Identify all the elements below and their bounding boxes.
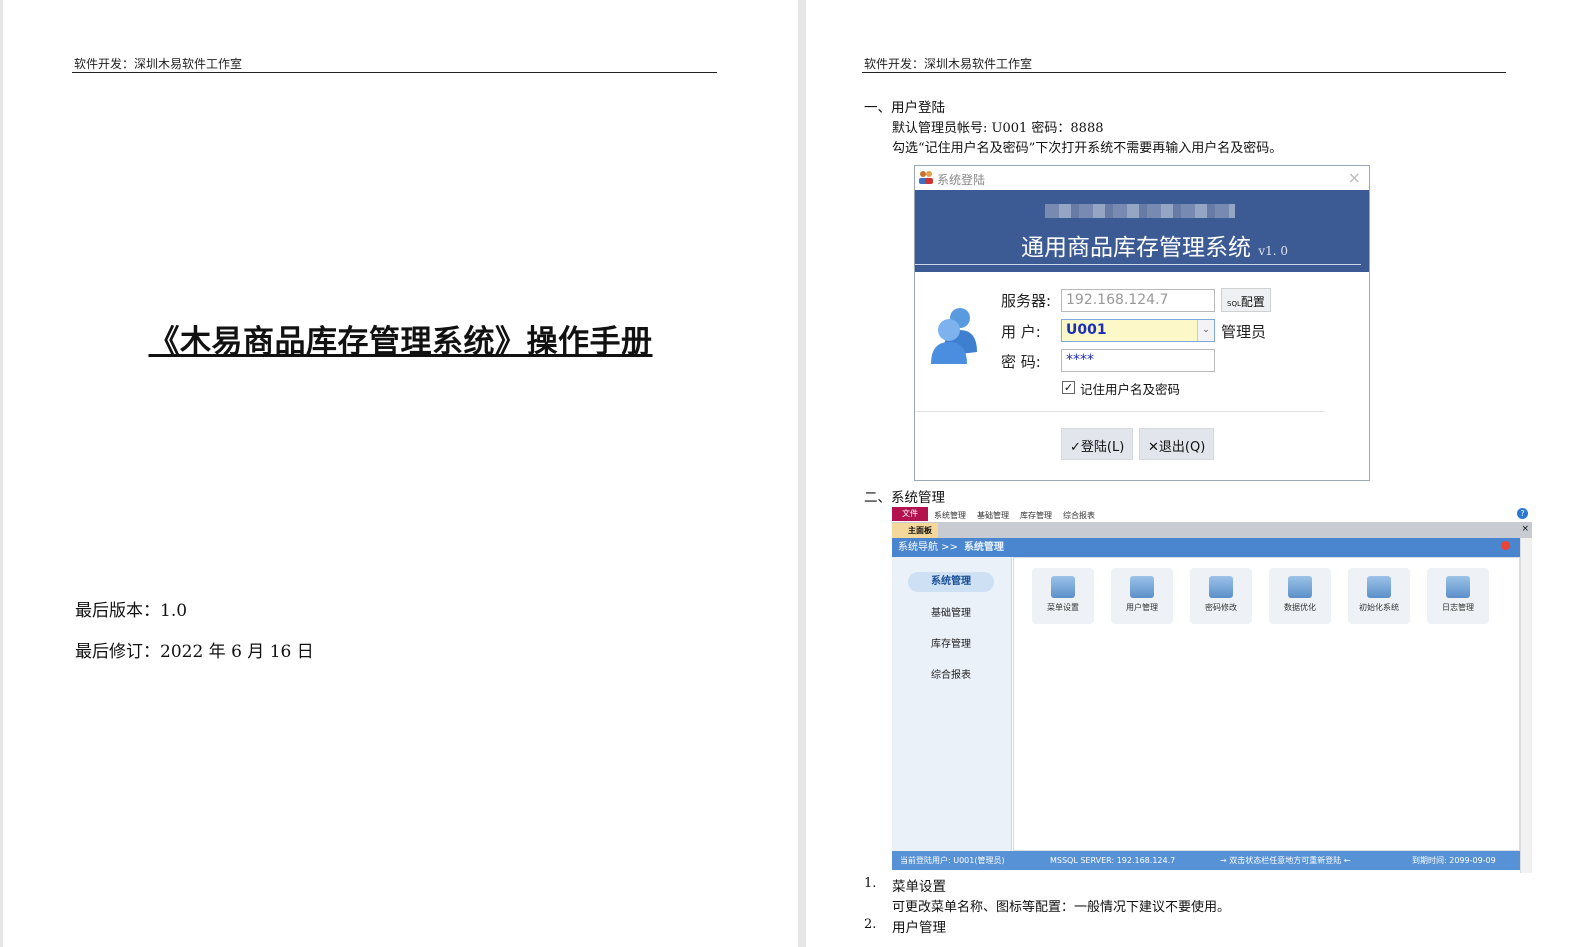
dialog-titlebar: 系统登陆 × xyxy=(915,166,1369,190)
password-label: 密 码: xyxy=(1001,353,1041,371)
server-input[interactable]: 192.168.124.7 xyxy=(1061,289,1215,312)
breadcrumb-current: 系统管理 xyxy=(963,542,1004,553)
list-item-desc: 可更改菜单名称、图标等配置：一般情况下建议不要使用。 xyxy=(892,900,1231,915)
login-banner: 通用商品库存管理系统 v1. 0 xyxy=(915,190,1369,272)
document-page-left: 软件开发：深圳木易软件工作室 《木易商品库存管理系统》操作手册 最后版本：1.0… xyxy=(3,0,798,947)
sidebar-item-reports[interactable]: 综合报表 xyxy=(908,666,994,686)
folder-icon xyxy=(1367,576,1391,598)
menu-system[interactable]: 系统管理 xyxy=(934,510,966,521)
list-number: 2. xyxy=(864,917,877,932)
banner-rule xyxy=(915,264,1361,265)
server-label: 服务器: xyxy=(1001,292,1052,310)
chevron-down-icon[interactable]: ⌄ xyxy=(1197,320,1214,341)
user-select[interactable]: U001 ⌄ xyxy=(1061,319,1215,342)
list-item-title: 菜单设置 xyxy=(892,879,946,895)
close-icon[interactable] xyxy=(1501,541,1510,550)
remember-label: 记住用户名及密码 xyxy=(1080,382,1181,397)
menu-bar: 文件 系统管理 基础管理 库存管理 综合报表 ? xyxy=(892,507,1532,522)
exit-button[interactable]: ✕退出(Q) xyxy=(1139,428,1215,460)
users-icon xyxy=(919,171,933,184)
tab-main-panel[interactable]: 主面板 xyxy=(892,523,938,538)
tab-row: 主面板 × xyxy=(892,522,1532,538)
tile-data-optimize[interactable]: 数据优化 xyxy=(1269,568,1331,624)
header-rule xyxy=(862,72,1506,73)
close-icon[interactable]: × xyxy=(1348,168,1361,187)
nav-sidebar: 系统管理 基础管理 库存管理 综合报表 xyxy=(892,557,1012,851)
dialog-separator xyxy=(915,411,1325,412)
folder-icon xyxy=(1288,576,1312,598)
help-icon[interactable]: ? xyxy=(1517,508,1528,519)
folder-icon xyxy=(1209,576,1233,598)
status-expiry: 到期时间: 2099-09-09 xyxy=(1412,856,1496,865)
tile-log-management[interactable]: 日志管理 xyxy=(1427,568,1489,624)
menu-inventory[interactable]: 库存管理 xyxy=(1020,510,1052,521)
dialog-title: 系统登陆 xyxy=(937,173,986,187)
close-icon[interactable]: × xyxy=(1521,524,1529,534)
tile-menu-settings[interactable]: 菜单设置 xyxy=(1032,568,1094,624)
list-item-title: 用户管理 xyxy=(892,920,946,936)
folder-icon xyxy=(1446,576,1470,598)
status-hint: → 双击状态栏任意地方可重新登陆 ← xyxy=(1220,856,1351,865)
folder-icon xyxy=(1130,576,1154,598)
login-button[interactable]: ✓登陆(L) xyxy=(1061,428,1134,460)
document-title: 《木易商品库存管理系统》操作手册 xyxy=(148,324,653,360)
content-panel: 菜单设置 用户管理 密码修改 数据优化 初始化系统 日志管理 xyxy=(1013,557,1520,851)
tile-password-change[interactable]: 密码修改 xyxy=(1190,568,1252,624)
menu-reports[interactable]: 综合报表 xyxy=(1063,510,1095,521)
sql-config-button[interactable]: SQL配置 xyxy=(1221,288,1271,312)
blurred-logo xyxy=(1045,204,1235,218)
tile-user-management[interactable]: 用户管理 xyxy=(1111,568,1173,624)
remember-hint-text: 勾选“记住用户名及密码”下次打开系统不需要再输入用户名及密码。 xyxy=(892,141,1283,156)
section-heading-login: 一、用户登陆 xyxy=(864,100,945,116)
user-label: 用 户: xyxy=(1001,323,1041,341)
banner-title: 通用商品库存管理系统 v1. 0 xyxy=(1021,235,1288,261)
header-rule xyxy=(72,72,717,73)
section-heading-system: 二、系统管理 xyxy=(864,490,945,506)
folder-icon xyxy=(1051,576,1075,598)
password-input[interactable]: **** xyxy=(1061,349,1215,372)
nav-breadcrumb: 系统导航 >> 系统管理 xyxy=(892,538,1520,557)
sidebar-item-system[interactable]: 系统管理 xyxy=(908,572,994,592)
sidebar-item-basic[interactable]: 基础管理 xyxy=(908,604,994,624)
revision-line: 最后修订：2022 年 6 月 16 日 xyxy=(75,642,314,662)
status-bar[interactable]: 当前登陆用户: U001(管理员) MSSQL SERVER: 192.168.… xyxy=(892,851,1520,870)
remember-checkbox[interactable]: ✓ xyxy=(1062,381,1075,394)
menu-basic[interactable]: 基础管理 xyxy=(977,510,1009,521)
breadcrumb-prefix: 系统导航 >> xyxy=(898,542,958,553)
list-number: 1. xyxy=(864,876,877,891)
status-user: 当前登陆用户: U001(管理员) xyxy=(900,856,1005,865)
default-account-text: 默认管理员帐号: U001 密码：8888 xyxy=(892,121,1104,136)
tile-init-system[interactable]: 初始化系统 xyxy=(1348,568,1410,624)
document-page-right: 软件开发：深圳木易软件工作室 一、用户登陆 默认管理员帐号: U001 密码：8… xyxy=(806,0,1595,947)
version-line: 最后版本：1.0 xyxy=(75,601,188,621)
status-server: MSSQL SERVER: 192.168.124.7 xyxy=(1050,856,1176,865)
banner-version: v1. 0 xyxy=(1258,244,1288,258)
page-header: 软件开发：深圳木易软件工作室 xyxy=(864,57,1033,71)
login-dialog: 系统登陆 × 通用商品库存管理系统 v1. 0 服务器: 192.168.124… xyxy=(914,165,1370,481)
user-role: 管理员 xyxy=(1221,323,1267,341)
app-window: 文件 系统管理 基础管理 库存管理 综合报表 ? 主面板 × 系统导航 >> 系统… xyxy=(892,507,1532,873)
page-header: 软件开发：深圳木易软件工作室 xyxy=(74,57,243,71)
user-group-icon xyxy=(931,308,977,364)
menu-file[interactable]: 文件 xyxy=(892,507,928,521)
sidebar-item-inventory[interactable]: 库存管理 xyxy=(908,635,994,655)
vertical-scrollbar[interactable] xyxy=(1520,538,1532,873)
